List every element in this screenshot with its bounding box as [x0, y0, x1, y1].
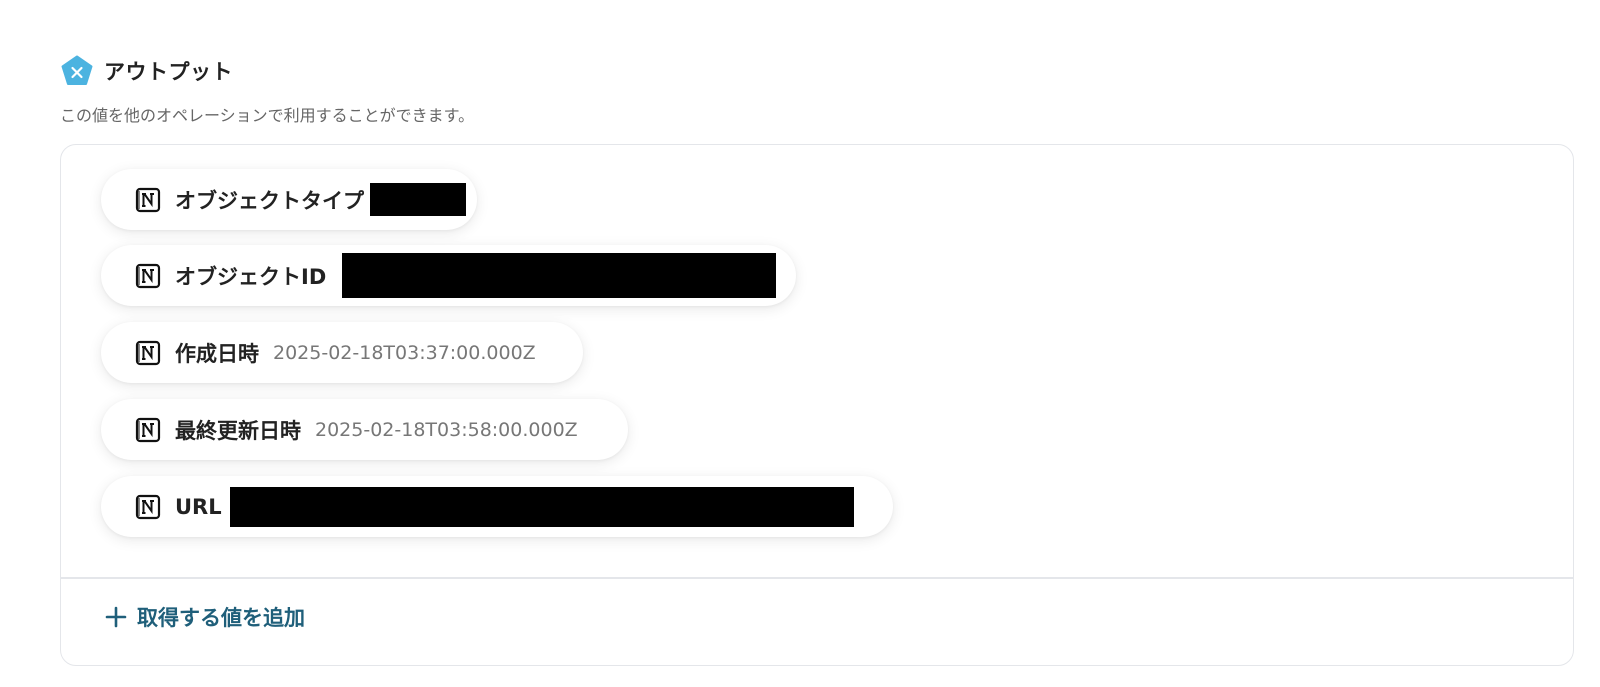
add-value-label: 取得する値を追加 — [137, 606, 305, 630]
output-value: 2025-02-18T03:37:00.000Z — [273, 341, 536, 364]
notion-icon — [135, 340, 161, 366]
add-value-button[interactable]: 取得する値を追加 — [105, 597, 305, 637]
plus-icon — [105, 606, 127, 628]
section-title: アウトプット — [104, 60, 233, 84]
pentagon-x-icon — [60, 54, 94, 88]
output-label: 作成日時 — [175, 341, 259, 366]
output-value: 2025-02-18T03:58:00.000Z — [315, 418, 578, 441]
notion-icon — [135, 494, 161, 520]
redacted-value — [370, 183, 466, 216]
output-panel: オブジェクトタイプ オブジェクトID 作成日時 2025-02-18T03:37… — [60, 144, 1574, 666]
output-chip-created-time[interactable]: 作成日時 2025-02-18T03:37:00.000Z — [101, 322, 583, 383]
output-chip-object-id[interactable]: オブジェクトID — [101, 245, 796, 306]
output-label: オブジェクトタイプ — [175, 188, 364, 213]
section-description: この値を他のオペレーションで利用することができます。 — [60, 106, 475, 125]
output-label: 最終更新日時 — [175, 418, 301, 443]
output-chip-url[interactable]: URL — [101, 476, 893, 537]
output-chip-object-type[interactable]: オブジェクトタイプ — [101, 169, 477, 230]
notion-icon — [135, 263, 161, 289]
redacted-value — [229, 486, 854, 527]
output-label: URL — [175, 494, 222, 519]
notion-icon — [135, 187, 161, 213]
output-chip-last-edited-time[interactable]: 最終更新日時 2025-02-18T03:58:00.000Z — [101, 399, 628, 460]
notion-icon — [135, 417, 161, 443]
section-header: アウトプット — [60, 54, 233, 88]
redacted-value — [342, 253, 777, 298]
output-label: オブジェクトID — [175, 264, 327, 289]
panel-divider — [61, 577, 1573, 579]
